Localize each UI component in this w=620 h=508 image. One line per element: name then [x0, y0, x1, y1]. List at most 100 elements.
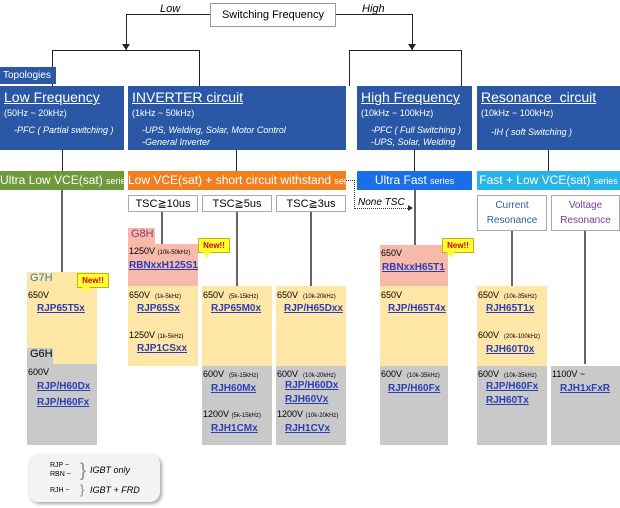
part-link-rjp1csxx[interactable]: RJP1CSxx [137, 343, 187, 354]
resonance-line2: Resonance [560, 215, 611, 226]
part-link-rjp-h65dxx[interactable]: RJP/H65Dxx [284, 303, 343, 314]
g7h-label: G7H [30, 272, 53, 284]
legend-rbn: RBN ~ [50, 471, 71, 478]
part-link-rjp-h60fx[interactable]: RJP/H60Fx [37, 397, 89, 408]
part-link-rjh1cmx[interactable]: RJH1CMx [211, 423, 258, 434]
current-resonance-box: Current Resonance [477, 195, 547, 231]
series-name: Ultra Fast [374, 173, 427, 187]
voltage-value: 650V [277, 290, 299, 300]
connector-line [62, 150, 63, 171]
topology-title: INVERTER circuit [132, 89, 243, 105]
topology-high-frequency: High Frequency (10kHz ~ 100kHz) -PFC ( F… [357, 86, 472, 150]
topology-use: -General Inverter [142, 137, 211, 147]
bracket-line [199, 50, 200, 86]
part-link-rjp-h60fx[interactable]: RJP/H60Fx [388, 383, 440, 394]
bracket-line [349, 50, 350, 86]
legend-box: RJP ~ RBN ~ } IGBT only RJH ~ } IGBT + F… [28, 454, 160, 502]
topology-range: (1kHz ~ 50kHz) [132, 108, 195, 118]
arrow-right-icon [408, 205, 413, 211]
part-link-rjh60mx[interactable]: RJH60Mx [211, 383, 256, 394]
series-name: Ultra Low VCE(sat) [0, 173, 103, 187]
topology-resonance-circuit: Resonance circuit (10kHz ~ 100kHz) -IH (… [477, 86, 620, 150]
frequency-range: (10k-20kHz) [305, 413, 339, 419]
high-label: High [362, 3, 385, 15]
voltage-label: 600V [28, 367, 50, 377]
frequency-range: (20k-100kHz) [504, 334, 541, 340]
frequency-range: (5k-15kHz) [231, 413, 261, 419]
part-link-rjp65m0x[interactable]: RJP65M0x [211, 303, 261, 314]
topology-title: Resonance circuit [481, 89, 597, 105]
part-link-rbnxxh125s1[interactable]: RBNxxH125S1 [129, 260, 198, 271]
connector-line [236, 150, 237, 171]
topology-inverter-circuit: INVERTER circuit (1kHz ~ 50kHz) -UPS, We… [128, 86, 346, 150]
part-link-rjp-h65t4x[interactable]: RJP/H65T4x [388, 303, 446, 314]
voltage-label: 600V (10k-20kHz) [277, 369, 336, 379]
part-link-rjh1cvx[interactable]: RJH1CVx [285, 423, 330, 434]
part-link-rjh60vx[interactable]: RJH60Vx [285, 394, 328, 405]
frequency-range: (10k-50kHz) [157, 250, 191, 256]
connector-line [236, 212, 238, 288]
part-link-rjp-h60dx[interactable]: RJP/H60Dx [285, 380, 338, 391]
g6h-label: G6H [30, 348, 53, 360]
part-link-rjp65sx[interactable]: RJP65Sx [137, 303, 180, 314]
series-name: Low VCE(sat) + short circuit withstand [128, 173, 332, 187]
topology-use: -PFC ( Partial switching ) [14, 125, 114, 135]
topology-range: (50Hz ~ 20kHz) [4, 108, 67, 118]
bracket-line [349, 50, 462, 51]
legend-rjh: RJH ~ [50, 487, 70, 494]
new-badge: New!! [77, 273, 109, 293]
connector-line [511, 231, 513, 288]
topology-low-frequency: Low Frequency (50Hz ~ 20kHz) -PFC ( Part… [0, 86, 124, 150]
connector-line [414, 190, 416, 245]
part-link-rjh60t0x[interactable]: RJH60T0x [486, 344, 534, 355]
voltage-label: 650V [28, 290, 50, 300]
topology-use: -PFC ( Full Switching ) [371, 125, 462, 135]
voltage-label: 600V (10k-35kHz) [478, 369, 537, 379]
bracket-line [461, 50, 462, 86]
voltage-label: 650V [381, 248, 403, 258]
frequency-range: (10k-35kHz) [504, 294, 537, 300]
voltage-resonance-box: Voltage Resonance [551, 195, 620, 231]
voltage-value: 600V [478, 330, 500, 340]
brace-icon: } [80, 482, 85, 497]
voltage-label: 650V (1k-5kHz) [129, 290, 181, 300]
frequency-range: (10k-35kHz) [407, 373, 440, 379]
g8h-label: G8H [131, 228, 154, 240]
part-link-rjp65t5x[interactable]: RJP65T5x [37, 303, 85, 314]
connector-line [584, 231, 586, 364]
frequency-range: (1k-5kHz) [155, 294, 182, 300]
voltage-value: 600V [203, 369, 225, 379]
voltage-label: 1250V (10k-50kHz) [129, 246, 190, 256]
tsc-box-3us: TSC≧3us [276, 195, 346, 212]
frequency-range: (10k-20kHz) [303, 294, 336, 300]
voltage-label: 600V (20k-100kHz) [478, 330, 540, 340]
tsc-box-10us: TSC≧10us [128, 195, 198, 212]
part-link-rjp-h60fx[interactable]: RJP/H60Fx [486, 381, 538, 392]
series-ultra-fast: Ultra Fast series [357, 171, 472, 190]
part-link-rjh60tx[interactable]: RJH60Tx [486, 395, 529, 406]
none-tsc-label: None TSC [358, 197, 405, 208]
frequency-range: (1k-5kHz) [157, 334, 184, 340]
switching-frequency-box: Switching Frequency [210, 3, 336, 27]
voltage-value: 650V [478, 290, 500, 300]
frequency-range: (5k-15kHz) [229, 294, 259, 300]
voltage-value: 600V [381, 369, 403, 379]
part-link-rjh1xfxr[interactable]: RJH1xFxR [560, 383, 610, 394]
series-suffix: series [430, 176, 455, 186]
part-link-rjp-h60dx[interactable]: RJP/H60Dx [37, 381, 90, 392]
series-fast-low-vce: Fast + Low VCE(sat) series [477, 171, 620, 190]
new-badge: New!! [442, 238, 474, 258]
resonance-line2: Resonance [486, 215, 538, 226]
voltage-value: 1200V [203, 409, 230, 419]
topology-title: Low Frequency [4, 89, 100, 105]
brace-icon: } [80, 460, 87, 480]
voltage-label: 600V (5k-15kHz) [203, 369, 258, 379]
part-link-rjh65t1x[interactable]: RJH65T1x [486, 303, 534, 314]
bracket-line [52, 50, 200, 51]
topology-range: (10kHz ~ 100kHz) [361, 108, 434, 118]
voltage-value: 600V [277, 369, 299, 379]
part-link-rbnxxh65t1[interactable]: RBNxxH65T1 [382, 262, 445, 273]
frequency-range: (10k-35kHz) [504, 373, 537, 379]
topology-title: High Frequency [361, 89, 460, 105]
voltage-label: 1200V (10k-20kHz) [277, 409, 338, 419]
